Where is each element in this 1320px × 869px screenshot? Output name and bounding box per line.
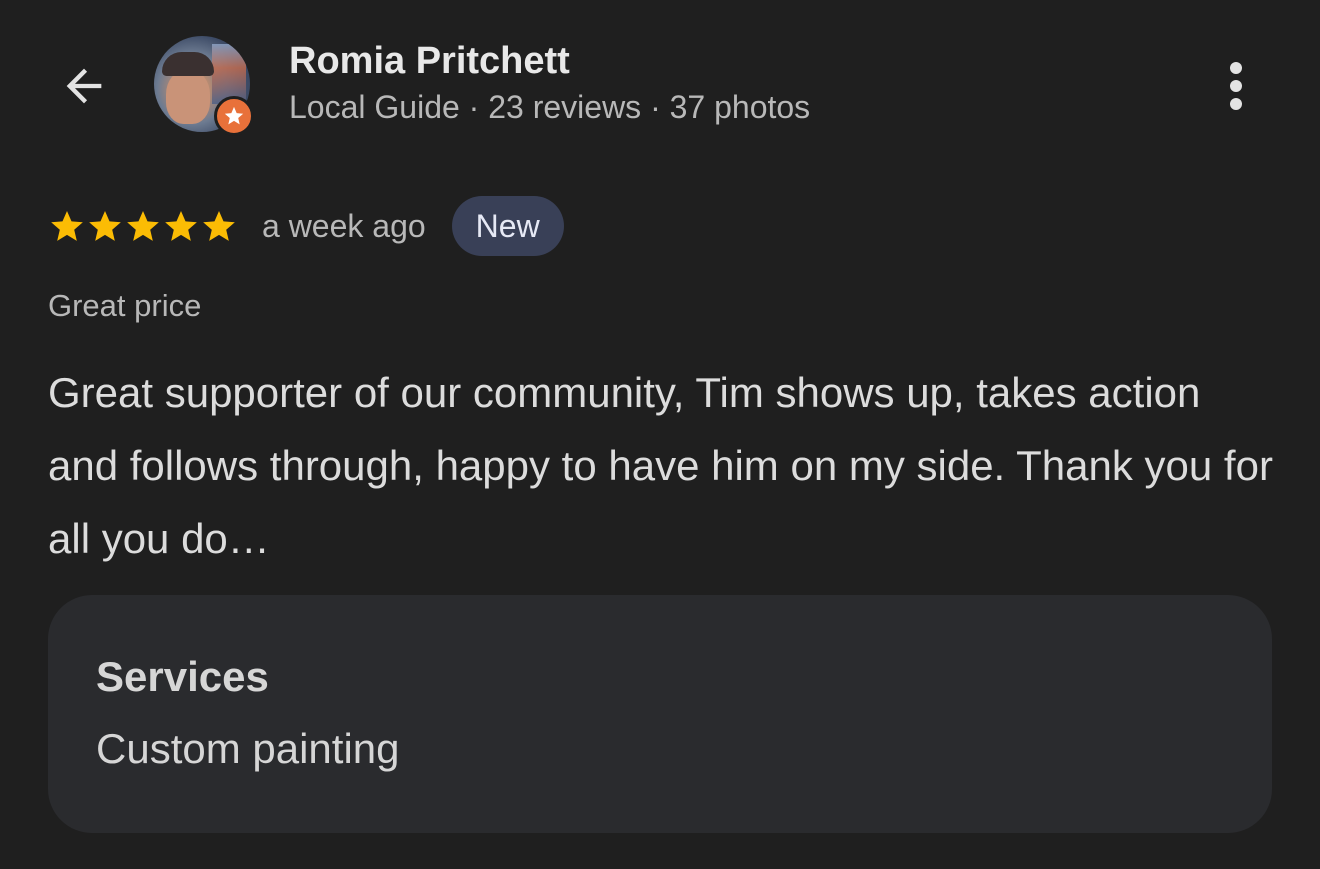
star-icon	[89, 210, 121, 241]
back-button[interactable]	[52, 54, 116, 118]
star-icon	[203, 210, 235, 241]
more-vertical-icon	[1230, 62, 1242, 110]
services-value: Custom painting	[96, 725, 400, 772]
rating-row: a week ago New	[48, 196, 564, 256]
more-options-button[interactable]	[1206, 54, 1266, 118]
star-icon	[165, 210, 197, 241]
star-icon	[127, 210, 159, 241]
review-date: a week ago	[262, 207, 426, 244]
review-tag: Great price	[48, 288, 202, 323]
reviewer-meta: Local Guide · 23 reviews · 37 photos	[289, 89, 811, 125]
reviewer-name[interactable]: Romia Pritchett	[289, 40, 570, 83]
services-title: Services	[96, 653, 269, 700]
review-text[interactable]: Great supporter of our community, Tim sh…	[48, 356, 1278, 575]
services-card: Services Custom painting	[48, 595, 1272, 833]
new-badge: New	[451, 196, 564, 256]
star-icon	[51, 210, 83, 241]
star-rating	[48, 207, 238, 245]
reviewer-avatar[interactable]	[154, 36, 254, 136]
arrow-back-icon	[66, 68, 102, 104]
local-guide-star-icon	[224, 106, 244, 125]
local-guide-badge	[214, 96, 254, 136]
